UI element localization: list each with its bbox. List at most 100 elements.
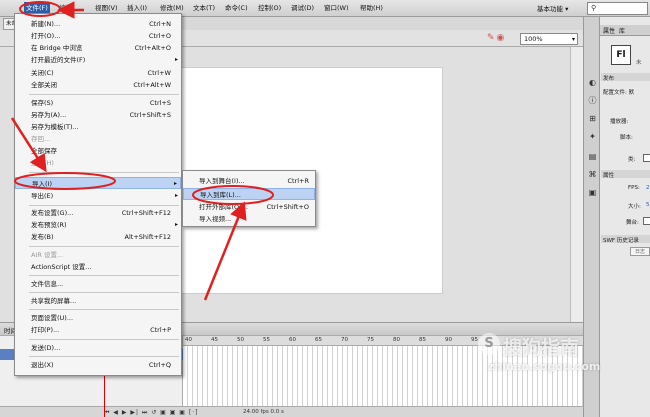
menu-help[interactable]: 帮助(H): [358, 3, 385, 14]
menu-separator: [29, 339, 179, 340]
menu-item-label: 导入(I): [32, 180, 52, 188]
menu-item-actionscript-settings[interactable]: ActionScript 设置...: [15, 261, 181, 273]
menu-item-label: 保存(S): [31, 99, 54, 107]
menu-item-label: 发布预览(R): [31, 221, 67, 229]
menu-separator: [29, 205, 179, 206]
frame-tick: 90: [445, 337, 452, 343]
panel-icon-strip: ◐ ⓘ ⊞ ✦ ▤ ⌘ ▣: [583, 17, 600, 417]
tab-library[interactable]: 库: [619, 26, 625, 35]
menu-item-label: 另存为(A)...: [31, 111, 67, 119]
menu-item-new[interactable]: 新建(N)... Ctrl+N: [15, 18, 181, 30]
menu-item-send[interactable]: 发送(D)...: [15, 342, 181, 354]
menu-item-shortcut: Ctrl+W: [147, 69, 171, 77]
menu-item-close[interactable]: 关闭(C) Ctrl+W: [15, 67, 181, 79]
menu-separator: [29, 94, 179, 95]
menu-item-label: 发布设置(G)...: [31, 209, 74, 217]
menu-item-publish-preview[interactable]: 发布预览(R) ▸: [15, 219, 181, 231]
menu-separator: [29, 172, 179, 173]
menu-item-save[interactable]: 保存(S) Ctrl+S: [15, 97, 181, 109]
class-field[interactable]: [643, 154, 650, 162]
menu-item-publish-settings[interactable]: 发布设置(G)... Ctrl+Shift+F12: [15, 207, 181, 219]
file-menu: 新建(N)... Ctrl+N 打开(O)... Ctrl+O 在 Bridge 中…: [14, 13, 182, 376]
menu-item-shortcut: Ctrl+Q: [148, 361, 171, 369]
size-value[interactable]: 5: [646, 202, 650, 208]
menu-item-close-all[interactable]: 全部关闭 Ctrl+Alt+W: [15, 79, 181, 91]
timeline-footer: ⏮ ◀ ▶ ▶| ⏭ ↺ ▣ ▣ ▣ [·] 24.00 fps 0.0 s: [0, 406, 583, 417]
menu-separator: [29, 246, 179, 247]
menu-item-save-as-template[interactable]: 另存为模板(T)...: [15, 121, 181, 133]
menu-separator: [29, 275, 179, 276]
menu-item-import-video[interactable]: 导入视频...: [183, 213, 315, 225]
menu-item-label: 打开(O)...: [31, 32, 61, 40]
menu-item-shortcut: Ctrl+O: [148, 32, 171, 40]
menu-item-shortcut: Ctrl+Shift+O: [266, 203, 309, 211]
frame-tick: 85: [419, 337, 426, 343]
section-attributes-label: 属性: [603, 173, 615, 179]
submenu-arrow-icon: ▸: [174, 221, 178, 228]
frame-tick: 95: [471, 337, 478, 343]
frame-tick: 80: [393, 337, 400, 343]
menu-item-label: 导入视频...: [199, 215, 232, 223]
menu-debug[interactable]: 调试(D): [289, 3, 316, 14]
playback-controls[interactable]: ⏮ ◀ ▶ ▶| ⏭ ↺ ▣ ▣ ▣ [·]: [104, 409, 198, 417]
player-label: 播放器:: [610, 119, 629, 125]
library-panel-icon[interactable]: ▤: [587, 151, 598, 162]
menu-item-page-setup[interactable]: 页面设置(U)...: [15, 312, 181, 324]
frame-rate-readout: 24.00 fps 0.0 s: [243, 409, 284, 415]
edit-symbol-icons[interactable]: ✎◉: [487, 33, 506, 43]
menu-item-shortcut: Ctrl+Shift+F12: [121, 209, 171, 217]
menu-item-label: 全部关闭: [31, 81, 57, 89]
zoom-select[interactable]: 100% ▾: [520, 33, 578, 45]
menu-item-share-screen[interactable]: 共享我的屏幕...: [15, 295, 181, 307]
stage-color-swatch[interactable]: [643, 217, 650, 225]
menu-item-import-to-stage[interactable]: 导入到舞台(I)... Ctrl+R: [183, 175, 315, 187]
menu-item-publish[interactable]: 发布(B) Alt+Shift+F12: [15, 231, 181, 243]
search-input[interactable]: ⚲: [587, 2, 648, 15]
workspace-switcher[interactable]: 基本功能 ▾: [537, 3, 568, 13]
align-panel-icon[interactable]: ⊞: [587, 113, 598, 124]
menu-item-air-settings: AIR 设置...: [15, 249, 181, 261]
menu-item-import-to-library[interactable]: 导入到库(L)...: [183, 188, 315, 200]
components-panel-icon[interactable]: ⌘: [587, 169, 598, 180]
menu-separator: [29, 309, 179, 310]
menu-item-label: 另存为模板(T)...: [31, 123, 79, 131]
menu-item-label: 打开最近的文件(F): [31, 56, 86, 64]
menu-item-label: 退出(X): [31, 361, 54, 369]
menu-separator: [29, 356, 179, 357]
menu-item-export[interactable]: 导出(E) ▸: [15, 190, 181, 202]
info-panel-icon[interactable]: ⓘ: [587, 95, 598, 106]
menu-item-import[interactable]: 导入(I) ▸: [15, 177, 181, 189]
class-label: 类:: [628, 157, 636, 163]
menu-item-label: 导入到舞台(I)...: [199, 177, 245, 185]
size-label: 大小:: [628, 204, 641, 210]
menu-control[interactable]: 控制(O): [256, 3, 283, 14]
sogou-logo-icon: S: [478, 333, 500, 355]
frame-tick: 65: [315, 337, 322, 343]
menu-item-file-info[interactable]: 文件信息...: [15, 278, 181, 290]
menu-text[interactable]: 文本(T): [191, 3, 217, 14]
script-label: 脚本:: [620, 135, 633, 141]
menu-item-exit[interactable]: 退出(X) Ctrl+Q: [15, 359, 181, 371]
menu-item-open-external-library[interactable]: 打开外部库(O)... Ctrl+Shift+O: [183, 201, 315, 213]
menu-item-label: 文件信息...: [31, 280, 64, 288]
swf-log-button[interactable]: 日志: [630, 247, 650, 256]
color-panel-icon[interactable]: ◐: [587, 77, 598, 88]
fps-value[interactable]: 2: [646, 185, 650, 191]
menu-item-open[interactable]: 打开(O)... Ctrl+O: [15, 30, 181, 42]
menu-commands[interactable]: 命令(C): [223, 3, 250, 14]
vertical-scrollbar[interactable]: [570, 47, 583, 322]
menu-item-label: 全部保存: [31, 147, 57, 155]
menu-item-save-all[interactable]: 全部保存: [15, 145, 181, 157]
menu-item-print[interactable]: 打印(P)... Ctrl+P: [15, 324, 181, 336]
transform-panel-icon[interactable]: ✦: [587, 131, 598, 142]
menu-item-label: 新建(N)...: [31, 20, 61, 28]
menu-item-label: 导入到库(L)...: [200, 191, 241, 199]
menu-window[interactable]: 窗口(W): [322, 3, 351, 14]
tab-properties[interactable]: 属性: [603, 26, 615, 35]
menu-item-label: 还原(H): [31, 159, 54, 167]
motion-presets-icon[interactable]: ▣: [587, 187, 598, 198]
menu-item-browse-bridge[interactable]: 在 Bridge 中浏览 Ctrl+Alt+O: [15, 42, 181, 54]
menu-item-open-recent[interactable]: 打开最近的文件(F) ▸: [15, 54, 181, 66]
menu-item-save-as[interactable]: 另存为(A)... Ctrl+Shift+S: [15, 109, 181, 121]
menu-item-label: 打开外部库(O)...: [199, 203, 248, 211]
